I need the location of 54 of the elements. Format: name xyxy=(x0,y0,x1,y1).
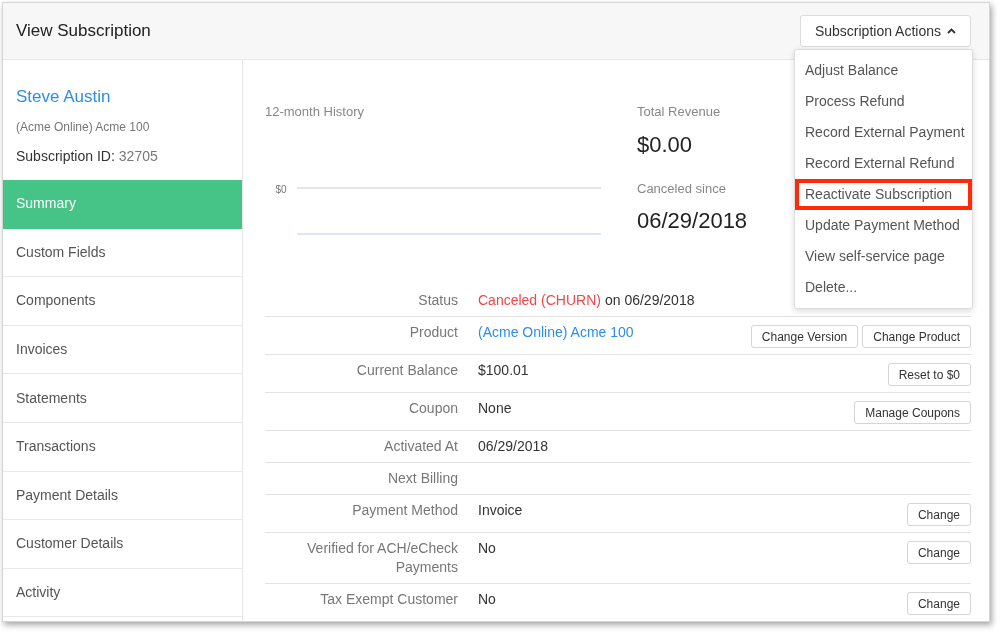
detail-label: Coupon xyxy=(407,399,458,418)
detail-label: Product xyxy=(408,323,458,342)
detail-label: Activated At xyxy=(383,437,458,456)
actions-button[interactable]: Subscription Actions xyxy=(799,15,971,47)
detail-label: Verified for ACH/eCheck Payments xyxy=(306,539,458,577)
detail-label: Tax Exempt Customer xyxy=(319,590,458,609)
detail-value: 06/29/2018 xyxy=(478,438,549,454)
stat-label: Canceled since xyxy=(637,179,727,198)
product-link[interactable]: (Acme Online) Acme 100 xyxy=(478,324,634,340)
row-action-button[interactable]: Change xyxy=(906,541,971,564)
detail-label: Payment Method xyxy=(351,501,458,520)
menu-item[interactable]: Update Payment Method xyxy=(795,210,972,241)
history-title: 12-month History xyxy=(265,103,365,121)
row-action-button[interactable]: Reset to $0 xyxy=(887,363,971,386)
stat-value: $0.00 xyxy=(637,130,694,159)
row-action-button[interactable]: Change xyxy=(906,503,971,526)
detail-value: No xyxy=(478,591,496,607)
menu-item[interactable]: Process Refund xyxy=(795,86,972,117)
menu-item[interactable]: Reactivate Subscription xyxy=(795,179,972,210)
sidebar-item[interactable]: Customer Details xyxy=(3,520,242,569)
menu-item[interactable]: Record External Payment xyxy=(795,117,972,148)
row-action-button[interactable]: Change Product xyxy=(862,325,971,348)
sidebar-item[interactable]: Payment Details xyxy=(3,471,242,521)
sidebar-item[interactable]: Components xyxy=(3,277,242,326)
subscription-id: 32705 xyxy=(118,146,158,166)
sidebar-item[interactable]: Custom Fields xyxy=(3,228,242,278)
subscription-id-label: Subscription ID: xyxy=(16,146,115,166)
detail-value: Invoice xyxy=(478,502,523,518)
row-action-button[interactable]: Manage Coupons xyxy=(854,401,971,424)
detail-value: $100.01 xyxy=(478,362,529,378)
row-action-button[interactable]: Change Version xyxy=(750,325,859,348)
menu-item[interactable]: View self-service page xyxy=(795,241,972,272)
detail-label: Next Billing xyxy=(386,469,458,488)
menu-item[interactable]: Adjust Balance xyxy=(795,55,972,86)
sidebar-item[interactable]: Statements xyxy=(3,374,242,423)
sidebar-item[interactable]: Transactions xyxy=(3,422,242,472)
sidebar-item[interactable]: Activity xyxy=(3,568,242,618)
caret-up-icon xyxy=(947,28,956,34)
status-value: Canceled (CHURN) xyxy=(478,291,601,310)
stat-label: Total Revenue xyxy=(637,103,722,121)
sidebar-item[interactable]: Invoices xyxy=(3,325,242,375)
axis-label: $0 xyxy=(274,182,288,197)
customer-product: (Acme Online) Acme 100 xyxy=(16,118,151,136)
detail-value: No xyxy=(478,540,496,556)
menu-item[interactable]: Delete... xyxy=(795,272,972,303)
page-title: View Subscription xyxy=(16,20,151,43)
detail-label: Current Balance xyxy=(355,361,458,380)
customer-name-link[interactable]: Steve Austin xyxy=(16,84,229,110)
detail-label: Status xyxy=(417,291,458,310)
detail-value: None xyxy=(478,400,512,416)
stat-value: 06/29/2018 xyxy=(637,207,748,235)
menu-item[interactable]: Record External Refund xyxy=(795,148,972,179)
row-action-button[interactable]: Change xyxy=(906,592,971,615)
status-date: on 06/29/2018 xyxy=(604,291,695,310)
